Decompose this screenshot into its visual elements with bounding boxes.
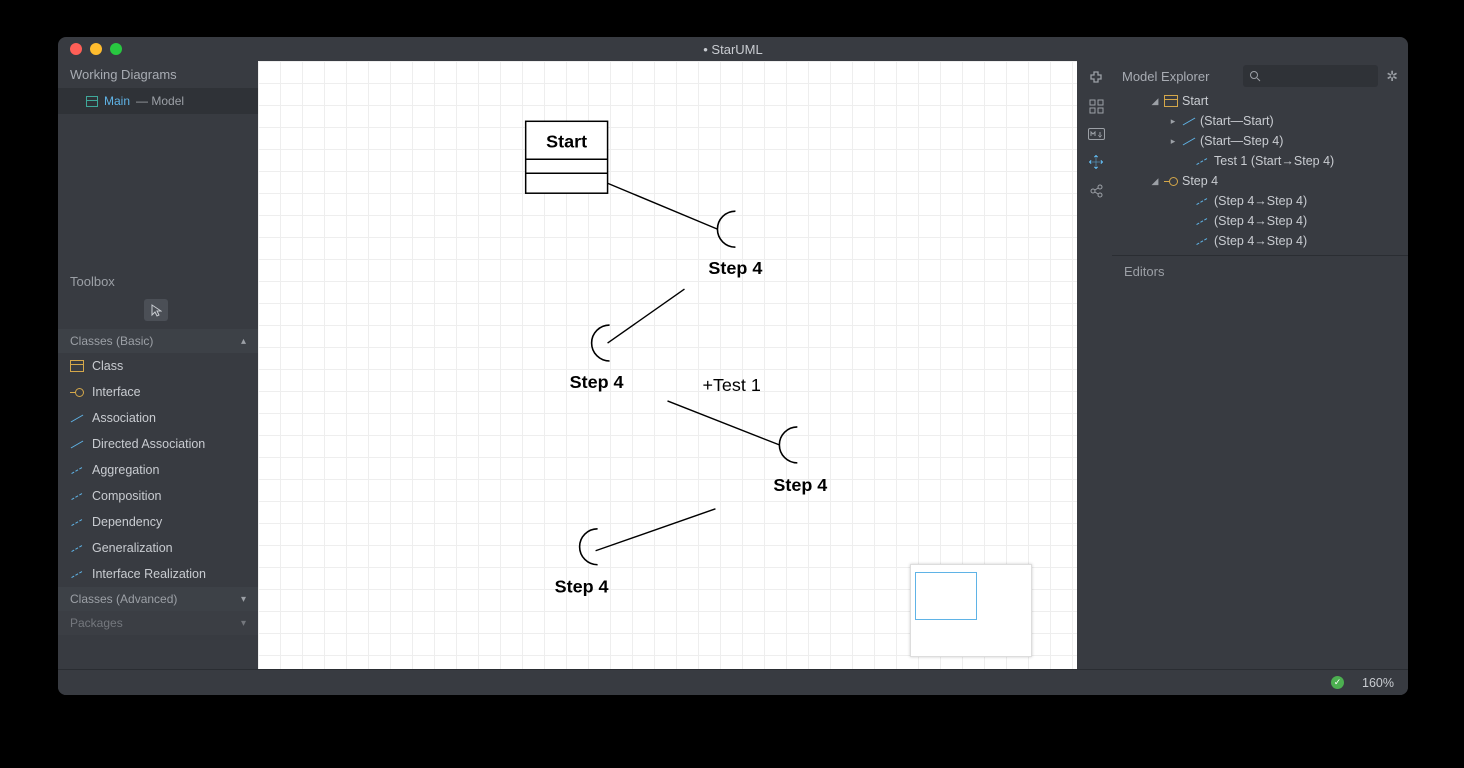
move-icon[interactable] (1087, 153, 1105, 171)
interface-realization-icon (70, 568, 84, 580)
aggregation-icon (70, 464, 84, 476)
tree-node-dep-2[interactable]: (Step 4→Step 4) (1112, 211, 1408, 231)
search-input[interactable] (1243, 65, 1378, 87)
canvas-wrap: Start Step 4 Step 4 (258, 61, 1112, 669)
titlebar: • StarUML (58, 37, 1408, 61)
maximize-icon[interactable] (110, 43, 122, 55)
grid-icon[interactable] (1087, 97, 1105, 115)
diagram-main-label: Main (104, 94, 130, 108)
svg-text:Step 4: Step 4 (555, 577, 609, 597)
tree-node-start[interactable]: ◢Start (1112, 91, 1408, 111)
tool-directed-association[interactable]: Directed Association (58, 431, 258, 457)
dependency-icon (1196, 235, 1210, 247)
markdown-icon[interactable] (1087, 125, 1105, 143)
diagram-canvas[interactable]: Start Step 4 Step 4 (258, 61, 1077, 669)
tree-node-step4[interactable]: ◢Step 4 (1112, 171, 1408, 191)
tool-interface[interactable]: Interface (58, 379, 258, 405)
category-classes-basic[interactable]: Classes (Basic) ▴ (58, 329, 258, 353)
zoom-level[interactable]: 160% (1362, 676, 1394, 690)
association-icon (70, 412, 84, 424)
share-icon[interactable] (1087, 181, 1105, 199)
window-title: • StarUML (703, 42, 762, 57)
association-label: +Test 1 (702, 375, 760, 395)
dependency-icon (1196, 215, 1210, 227)
dependency-icon (70, 516, 84, 528)
statusbar: ✓ 160% (58, 669, 1408, 695)
composition-icon (70, 490, 84, 502)
left-panel: Working Diagrams Main — Model Toolbox Cl… (58, 61, 258, 669)
tool-aggregation[interactable]: Aggregation (58, 457, 258, 483)
interface-step4-2[interactable]: Step 4 (570, 325, 624, 392)
selection-tool[interactable] (144, 299, 168, 321)
tool-class[interactable]: Class (58, 353, 258, 379)
toolbox: Toolbox Classes (Basic) ▴ Class Interfac… (58, 266, 258, 635)
tree-node-assoc-start-start[interactable]: ▸(Start—Start) (1112, 111, 1408, 131)
interface-step4-4[interactable]: Step 4 (555, 529, 609, 597)
class-icon (1164, 95, 1178, 107)
toolbox-header: Toolbox (58, 266, 258, 297)
association-icon (1182, 115, 1196, 127)
generalization-icon (70, 542, 84, 554)
association-line[interactable] (596, 509, 716, 551)
editors-header: Editors (1112, 255, 1408, 287)
association-icon (1182, 135, 1196, 147)
diagram-icon (86, 96, 98, 107)
tool-interface-realization[interactable]: Interface Realization (58, 561, 258, 587)
expand-arrow-icon: ▾ (241, 618, 246, 629)
category-label: Classes (Advanced) (70, 592, 177, 606)
extension-icon[interactable] (1087, 69, 1105, 87)
interface-step4-3[interactable]: Step 4 (773, 427, 827, 495)
minimize-icon[interactable] (90, 43, 102, 55)
category-packages[interactable]: Packages ▾ (58, 611, 258, 635)
svg-text:Step 4: Step 4 (773, 475, 827, 495)
tree-node-test1[interactable]: Test 1 (Start→Step 4) (1112, 151, 1408, 171)
tool-dependency[interactable]: Dependency (58, 509, 258, 535)
dependency-icon (1196, 155, 1210, 167)
class-label: Start (546, 131, 587, 151)
model-tree: ◢Start ▸(Start—Start) ▸(Start—Step 4) Te… (1112, 91, 1408, 251)
class-start[interactable]: Start (526, 121, 608, 193)
cursor-icon (151, 304, 162, 317)
directed-association-icon (70, 438, 84, 450)
category-label: Classes (Basic) (70, 334, 153, 348)
association-line[interactable] (608, 289, 685, 343)
tool-generalization[interactable]: Generalization (58, 535, 258, 561)
tree-node-dep-3[interactable]: (Step 4→Step 4) (1112, 231, 1408, 251)
diagram-item-main[interactable]: Main — Model (58, 88, 258, 114)
main-area: Working Diagrams Main — Model Toolbox Cl… (58, 61, 1408, 669)
tree-node-assoc-start-step4[interactable]: ▸(Start—Step 4) (1112, 131, 1408, 151)
right-panel: Model Explorer ✲ ◢Start ▸(Start—Start) ▸… (1112, 61, 1408, 669)
tool-association[interactable]: Association (58, 405, 258, 431)
dependency-icon (1196, 195, 1210, 207)
model-explorer-header: Model Explorer ✲ (1112, 61, 1408, 91)
svg-text:Step 4: Step 4 (570, 372, 624, 392)
association-line[interactable] (668, 401, 780, 445)
working-diagrams-header: Working Diagrams (58, 61, 258, 88)
svg-text:Step 4: Step 4 (708, 258, 762, 278)
tool-composition[interactable]: Composition (58, 483, 258, 509)
interface-step4-1[interactable]: Step 4 (708, 211, 762, 278)
interface-icon (70, 386, 84, 398)
status-ok-icon[interactable]: ✓ (1331, 676, 1344, 689)
minimap-viewport[interactable] (915, 572, 977, 620)
interface-icon (1164, 175, 1178, 187)
association-line[interactable] (608, 183, 718, 229)
minimap[interactable] (910, 564, 1032, 657)
class-icon (70, 360, 84, 372)
collapse-arrow-icon: ▴ (241, 336, 246, 347)
canvas-toolbar (1080, 61, 1112, 199)
close-icon[interactable] (70, 43, 82, 55)
category-label: Packages (70, 616, 123, 630)
window-controls (70, 43, 122, 55)
diagram-sub-label: — Model (136, 94, 184, 108)
app-window: • StarUML Working Diagrams Main — Model … (58, 37, 1408, 695)
gear-icon[interactable]: ✲ (1386, 68, 1398, 85)
expand-arrow-icon: ▾ (241, 594, 246, 605)
search-icon (1249, 70, 1261, 82)
category-classes-advanced[interactable]: Classes (Advanced) ▾ (58, 587, 258, 611)
tree-node-dep-1[interactable]: (Step 4→Step 4) (1112, 191, 1408, 211)
